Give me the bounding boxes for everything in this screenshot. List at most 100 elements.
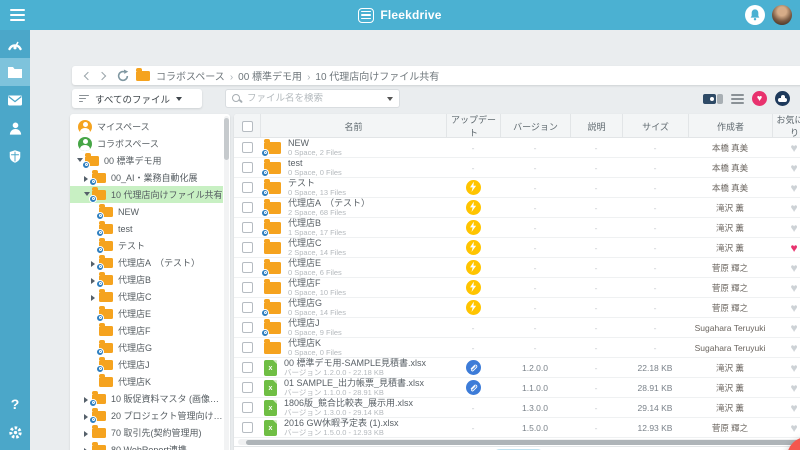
breadcrumb-item[interactable]: 10 代理店向けファイル共有: [315, 72, 439, 83]
link-attachment-icon[interactable]: [466, 380, 481, 395]
tree-vscroll-thumb[interactable]: [224, 118, 229, 160]
nav-workflow[interactable]: [0, 114, 30, 142]
forward-button[interactable]: [96, 69, 110, 83]
user-avatar[interactable]: [772, 5, 792, 25]
column-header[interactable]: 作成者: [688, 114, 772, 138]
row-checkbox[interactable]: [242, 162, 253, 173]
tree-item[interactable]: 00 標準デモ用: [70, 152, 223, 169]
nav-help[interactable]: ?: [0, 390, 30, 418]
update-sync-icon[interactable]: [466, 200, 481, 215]
tree-item[interactable]: 代理店B: [70, 271, 223, 288]
favorites-filter-icon[interactable]: ♥: [752, 91, 767, 106]
folder-row[interactable]: 代理店A （テスト）2 Space, 68 Files---滝沢 薫♥: [234, 198, 800, 218]
cloud-service-icon[interactable]: [775, 91, 790, 106]
favorite-heart-icon[interactable]: ♥: [790, 241, 797, 255]
file-row[interactable]: x2016 GW休暇予定表 (1).xlsxバージョン 1.5.0.0 - 12…: [234, 418, 800, 438]
tree-item[interactable]: 代理店A （テスト）: [70, 254, 223, 271]
refresh-icon[interactable]: [116, 69, 130, 83]
favorite-heart-icon[interactable]: ♥: [790, 261, 797, 275]
tree-item[interactable]: test: [70, 220, 223, 237]
tree-item[interactable]: 10 代理店向けファイル共有: [70, 186, 223, 203]
row-checkbox[interactable]: [242, 282, 253, 293]
tree-item[interactable]: 代理店E: [70, 305, 223, 322]
tree-item[interactable]: 00_AI・業務自動化展: [70, 169, 223, 186]
row-checkbox[interactable]: [242, 182, 253, 193]
folder-row[interactable]: 代理店E0 Space, 6 Files---菅原 輝之♥: [234, 258, 800, 278]
tree-item[interactable]: 代理店J: [70, 356, 223, 373]
chevron-right-icon[interactable]: [84, 414, 88, 420]
list-view-icon[interactable]: [731, 94, 744, 104]
tree-item[interactable]: 20 プロジェクト管理向けファイル共有: [70, 407, 223, 424]
folder-row[interactable]: 代理店G0 Space, 14 Files---菅原 輝之♥: [234, 298, 800, 318]
row-checkbox[interactable]: [242, 322, 253, 333]
folder-row[interactable]: テスト0 Space, 13 Files---本橋 真美♥: [234, 178, 800, 198]
tree-item[interactable]: マイスペース: [70, 118, 223, 135]
row-checkbox[interactable]: [242, 142, 253, 153]
column-header[interactable]: アップデート: [446, 114, 500, 138]
folder-row[interactable]: 代理店F0 Space, 10 Files---菅原 輝之♥: [234, 278, 800, 298]
folder-row[interactable]: test0 Space, 0 Files----本橋 真美♥: [234, 158, 800, 178]
row-checkbox[interactable]: [242, 422, 253, 433]
favorite-heart-icon[interactable]: ♥: [790, 321, 797, 335]
favorite-heart-icon[interactable]: ♥: [790, 401, 797, 415]
tree-item[interactable]: 代理店F: [70, 322, 223, 339]
breadcrumb-item[interactable]: 00 標準デモ用: [238, 72, 302, 83]
nav-files[interactable]: [0, 58, 30, 86]
folder-row[interactable]: 代理店C2 Space, 14 Files---滝沢 薫♥: [234, 238, 800, 258]
row-checkbox[interactable]: [242, 242, 253, 253]
breadcrumb-item[interactable]: コラボスペース: [156, 72, 225, 83]
chevron-right-icon[interactable]: [91, 261, 95, 267]
file-row[interactable]: x1806版_競合比較表_展示用.xlsxバージョン 1.3.0.0 - 29.…: [234, 398, 800, 418]
favorite-heart-icon[interactable]: ♥: [790, 221, 797, 235]
file-row[interactable]: x01 SAMPLE_出力帳票_見積書.xlsxバージョン 1.1.0.0 - …: [234, 378, 800, 398]
favorite-heart-icon[interactable]: ♥: [790, 301, 797, 315]
view-switch-icon[interactable]: [703, 94, 723, 104]
favorite-heart-icon[interactable]: ♥: [790, 381, 797, 395]
hamburger-menu-icon[interactable]: [10, 9, 25, 21]
search-caret-icon[interactable]: [387, 97, 393, 101]
favorite-heart-icon[interactable]: ♥: [790, 201, 797, 215]
row-checkbox[interactable]: [242, 382, 253, 393]
row-checkbox[interactable]: [242, 342, 253, 353]
chevron-right-icon[interactable]: [91, 278, 95, 284]
favorite-heart-icon[interactable]: ♥: [790, 141, 797, 155]
tree-item[interactable]: 70 取引先(契約管理用): [70, 424, 223, 441]
tree-item[interactable]: 代理店G: [70, 339, 223, 356]
favorite-heart-icon[interactable]: ♥: [790, 161, 797, 175]
tree-item[interactable]: 10 販促資料マスタ (画像・動画): [70, 390, 223, 407]
row-checkbox[interactable]: [242, 362, 253, 373]
row-checkbox[interactable]: [242, 202, 253, 213]
select-all-checkbox[interactable]: [242, 121, 253, 132]
column-header[interactable]: サイズ: [622, 114, 688, 138]
column-header[interactable]: 説明: [570, 114, 622, 138]
tree-item[interactable]: 80 WebReport連携: [70, 441, 223, 450]
table-hscroll-thumb[interactable]: [246, 440, 798, 445]
chevron-down-icon[interactable]: [77, 158, 83, 162]
row-checkbox[interactable]: [242, 222, 253, 233]
tree-item[interactable]: 代理店K: [70, 373, 223, 390]
chevron-down-icon[interactable]: [84, 192, 90, 196]
nav-dashboard[interactable]: [0, 30, 30, 58]
column-header[interactable]: バージョン: [500, 114, 570, 138]
row-checkbox[interactable]: [242, 402, 253, 413]
file-filter-dropdown[interactable]: すべてのファイル: [72, 89, 202, 108]
folder-row[interactable]: 代理店B1 Space, 17 Files---滝沢 薫♥: [234, 218, 800, 238]
column-header[interactable]: お気に入り: [772, 114, 800, 138]
folder-row[interactable]: 代理店J0 Space, 9 Files----Sugahara Teruyuk…: [234, 318, 800, 338]
favorite-heart-icon[interactable]: ♥: [790, 421, 797, 435]
update-sync-icon[interactable]: [466, 300, 481, 315]
row-checkbox[interactable]: [242, 262, 253, 273]
tree-item[interactable]: NEW: [70, 203, 223, 220]
column-header[interactable]: 名前: [260, 114, 446, 138]
notifications-button[interactable]: [745, 5, 765, 25]
nav-security[interactable]: [0, 142, 30, 170]
chevron-right-icon[interactable]: [91, 295, 95, 301]
chevron-right-icon[interactable]: [84, 431, 88, 437]
chevron-right-icon[interactable]: [84, 176, 88, 182]
chevron-right-icon[interactable]: [84, 397, 88, 403]
file-row[interactable]: x00 標準デモ用-SAMPLE見積書.xlsxバージョン 1.2.0.0 - …: [234, 358, 800, 378]
folder-row[interactable]: NEW0 Space, 2 Files----本橋 真美♥: [234, 138, 800, 158]
nav-mail[interactable]: [0, 86, 30, 114]
update-sync-icon[interactable]: [466, 260, 481, 275]
tree-item[interactable]: テスト: [70, 237, 223, 254]
